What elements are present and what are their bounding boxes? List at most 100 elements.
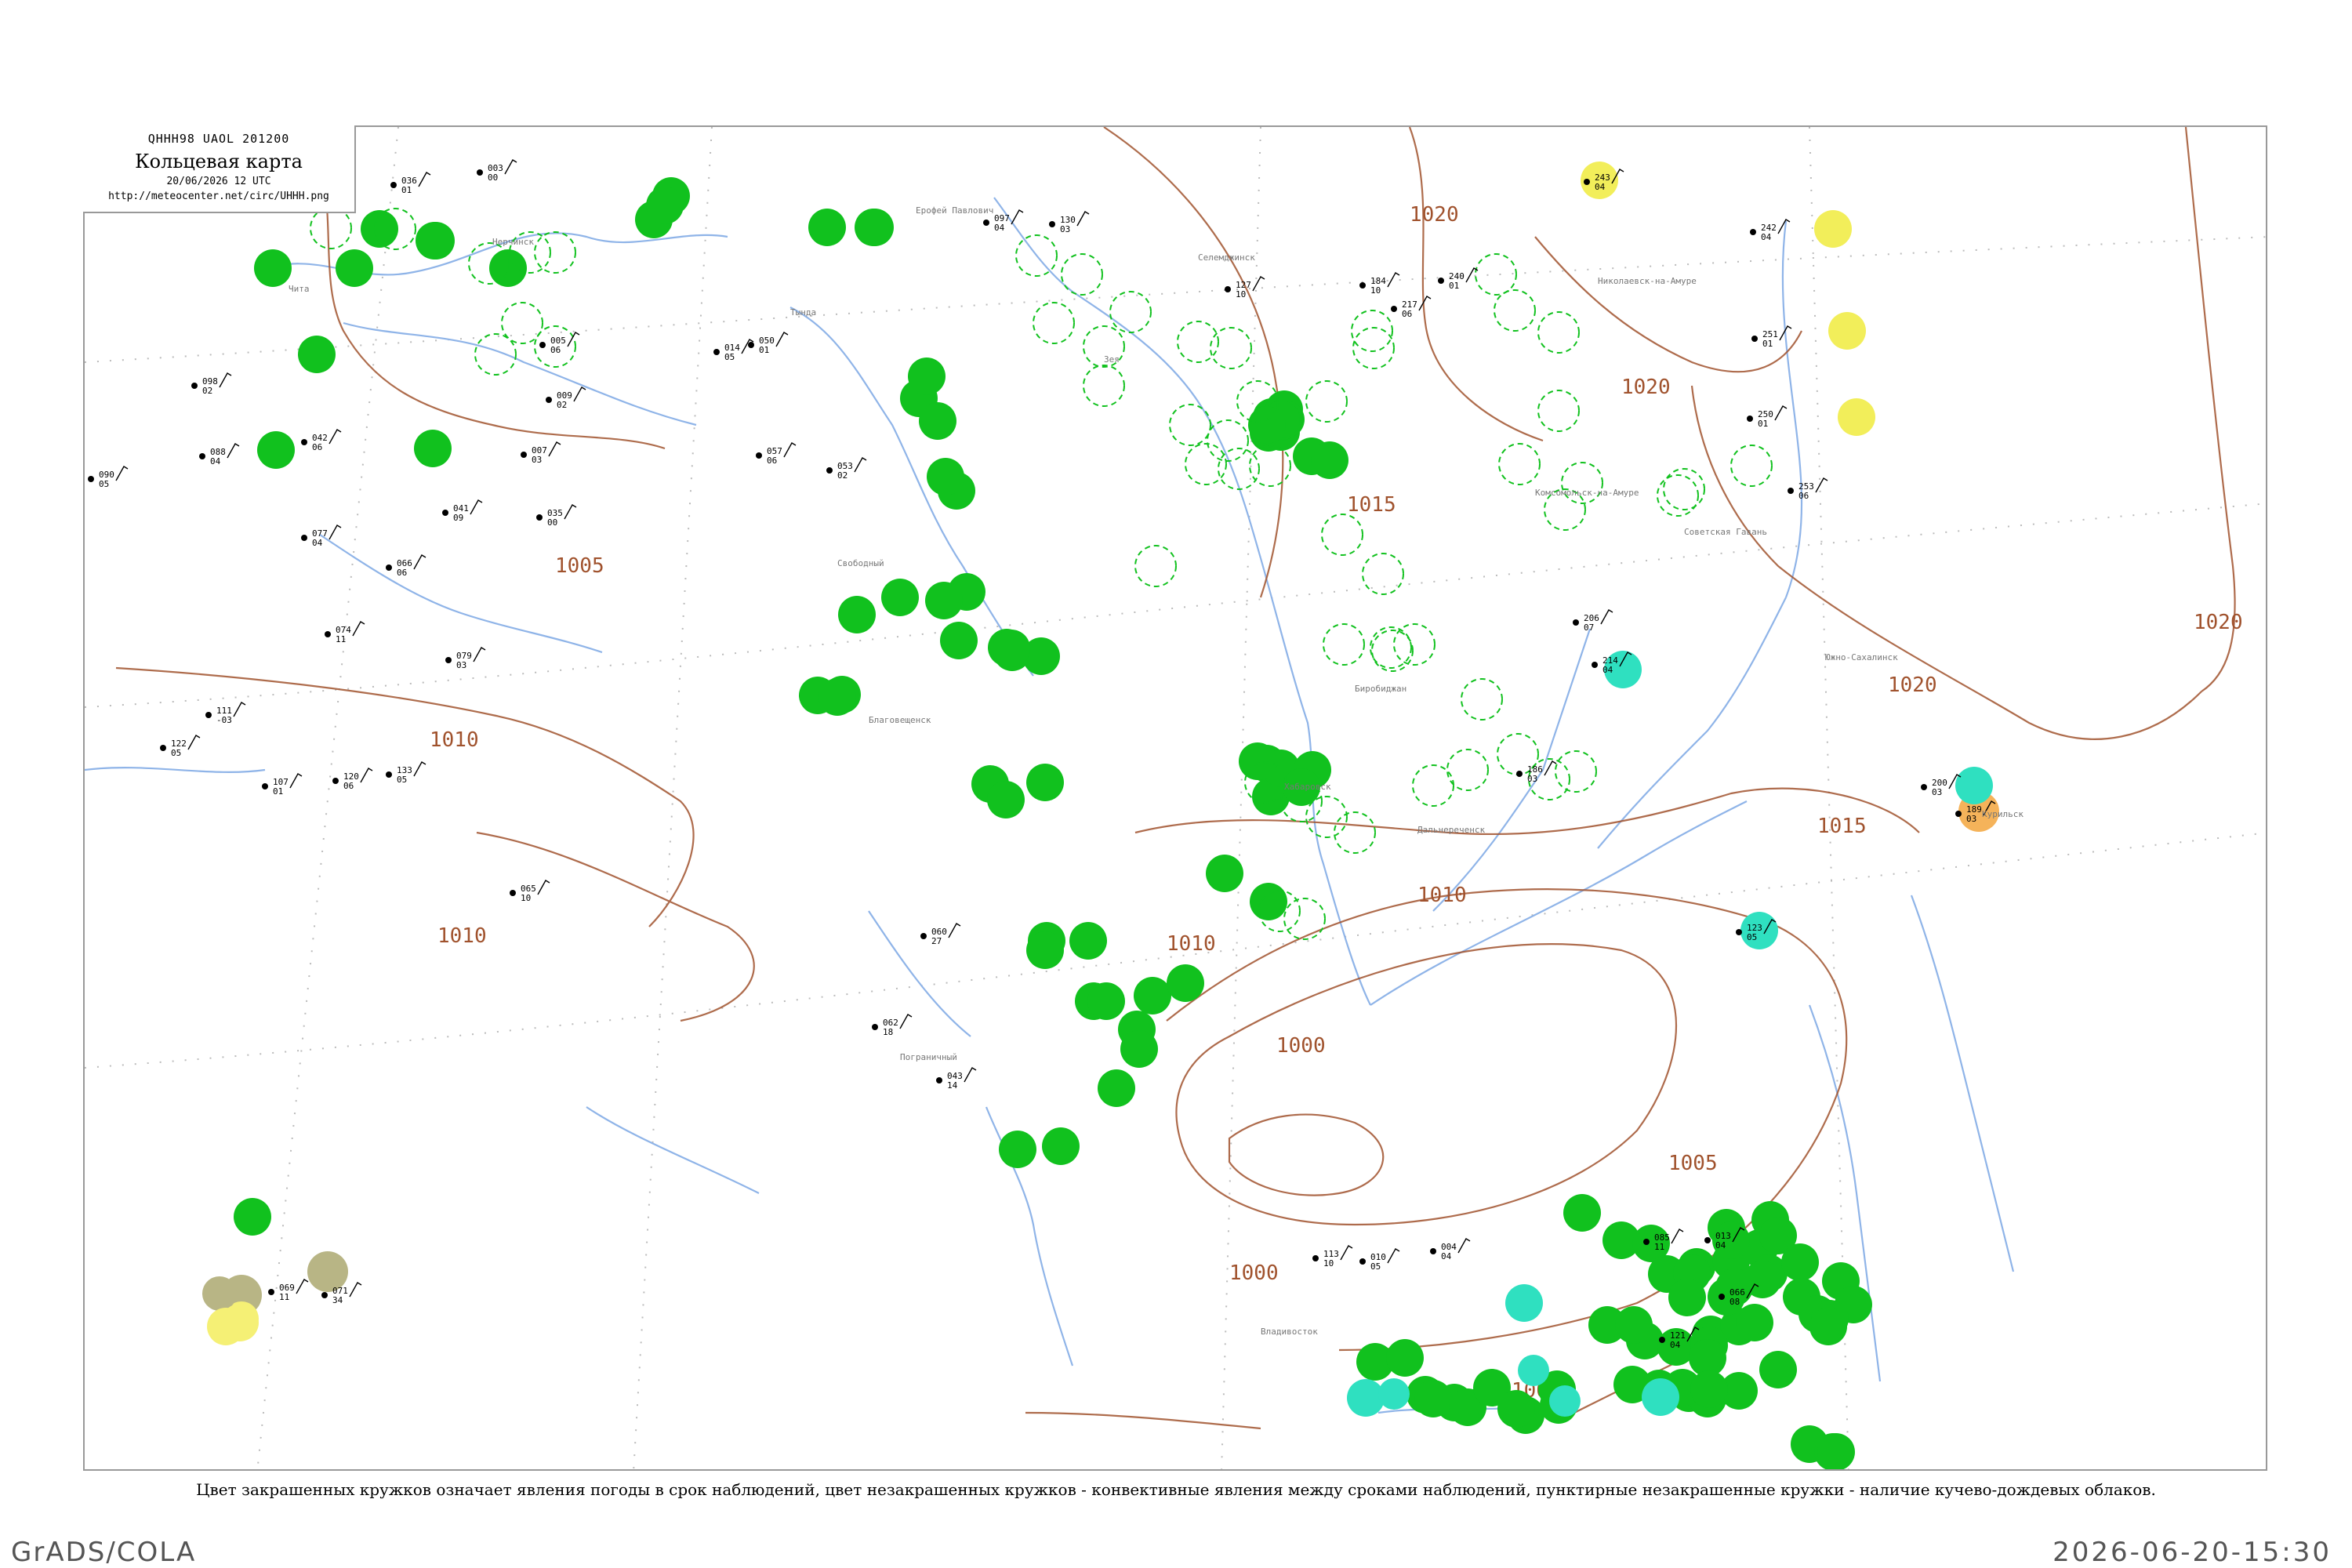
station-tendency: 04 <box>1715 1240 1726 1250</box>
wind-barb <box>418 172 431 187</box>
rain-weather-circle <box>1809 1308 1847 1345</box>
station-tendency: 03 <box>456 660 466 670</box>
station-dot <box>920 933 927 939</box>
wind-barb <box>1076 211 1090 227</box>
shower-weather-circle <box>1518 1355 1549 1386</box>
wind-barb <box>470 499 483 515</box>
station-dot <box>301 439 307 445</box>
wind-barb <box>775 332 789 347</box>
place-name: Тында <box>790 307 816 318</box>
rain-weather-circle <box>234 1198 271 1236</box>
haze_yellow-weather-circle <box>221 1304 259 1341</box>
rain-weather-circle <box>1069 922 1107 960</box>
cb-cloud-circle <box>1305 380 1348 423</box>
place-name: Нерчинск <box>492 237 534 247</box>
station-tendency: 04 <box>312 538 323 548</box>
cb-cloud-circle <box>1351 310 1393 352</box>
station-tendency: 08 <box>1730 1297 1740 1307</box>
station-tendency: 01 <box>1449 281 1459 291</box>
footer-timestamp: 2026-06-20-15:30 <box>2053 1537 2332 1568</box>
station-plot: 11310 <box>1312 1245 1353 1269</box>
station-plot: 06911 <box>268 1279 309 1302</box>
rain-weather-circle <box>1026 764 1064 801</box>
station-tendency: 10 <box>1236 289 1246 299</box>
station-dot <box>160 745 166 751</box>
station-tendency: 11 <box>336 634 346 644</box>
shower-weather-circle <box>1378 1378 1410 1410</box>
station-dot <box>88 476 94 482</box>
cb-cloud-circle <box>1663 468 1705 510</box>
station-tendency: 10 <box>521 893 531 903</box>
station-plot: 12710 <box>1225 276 1265 299</box>
wind-barb <box>289 773 303 789</box>
cb-cloud-circle <box>1061 253 1103 296</box>
cb-cloud-circle <box>1352 327 1395 369</box>
station-dot <box>1736 929 1742 935</box>
rain-weather-circle <box>1759 1351 1797 1388</box>
rain-weather-circle <box>1414 1380 1452 1417</box>
place-name: Свободный <box>837 558 884 568</box>
station-dot <box>268 1289 274 1295</box>
place-name: Хабаровск <box>1284 782 1331 792</box>
cb-cloud-circle <box>1730 445 1773 487</box>
station-tendency: 05 <box>397 775 407 785</box>
station-tendency: 05 <box>724 352 735 362</box>
map-date: 20/06/2026 12 UTC <box>166 176 271 187</box>
station-plot: 20003 <box>1921 774 1962 797</box>
wind-barb <box>296 1279 309 1294</box>
isobar-label: 1020 <box>1621 376 1671 399</box>
rain-weather-circle <box>1563 1194 1601 1232</box>
rain-weather-circle <box>646 187 684 224</box>
station-plot: 05302 <box>826 457 867 481</box>
station-plot: 12205 <box>160 735 201 758</box>
isobar-label: 1000 <box>1276 1034 1326 1058</box>
place-name: Благовещенск <box>869 715 931 725</box>
station-plot: 24001 <box>1438 267 1479 291</box>
wind-barb <box>564 504 577 520</box>
isobar-label: 1010 <box>1167 932 1216 956</box>
station-dot <box>1747 416 1753 422</box>
rain-weather-circle <box>919 402 956 440</box>
place-name: Комсомольск-на-Амуре <box>1535 488 1639 498</box>
wind-barb <box>328 429 342 445</box>
rain-weather-circle <box>298 336 336 373</box>
station-dot <box>191 383 198 389</box>
station-dot <box>748 342 754 348</box>
station-plot: 18603 <box>1516 760 1557 784</box>
rain-weather-circle <box>1817 1433 1855 1469</box>
station-plot: 09005 <box>88 466 129 489</box>
isobar-label: 1005 <box>1668 1152 1718 1175</box>
rain-weather-circle <box>489 249 527 287</box>
station-dot <box>301 535 307 541</box>
station-dot <box>390 182 397 188</box>
station-dot <box>386 564 392 571</box>
station-tendency: 01 <box>1758 419 1768 429</box>
rain-weather-circle <box>336 249 373 287</box>
station-dot <box>1751 336 1758 342</box>
station-dot <box>1359 1258 1366 1265</box>
station-plot: 20607 <box>1573 609 1613 633</box>
station-dot <box>1391 306 1397 312</box>
wind-barb <box>573 387 586 402</box>
station-tendency: 04 <box>1670 1340 1681 1350</box>
station-tendency: 04 <box>1761 232 1772 242</box>
rain-weather-circle <box>1206 855 1243 892</box>
station-dot <box>1719 1294 1725 1300</box>
cb-cloud-circle <box>1537 390 1580 432</box>
station-tendency: 05 <box>1370 1261 1381 1272</box>
station-tendency: 04 <box>1441 1251 1452 1261</box>
cb-cloud-circle <box>1109 291 1152 333</box>
station-plot: 18410 <box>1359 272 1400 296</box>
rain-weather-circle <box>818 678 856 716</box>
station-dot <box>1750 229 1756 235</box>
wind-barb <box>1387 1248 1400 1264</box>
rain-weather-circle <box>993 630 1030 667</box>
station-plot: 06218 <box>872 1014 913 1037</box>
bulletin-code: QHHH98 UAOL 201200 <box>147 132 290 146</box>
rain-weather-circle <box>1736 1304 1773 1341</box>
place-name: Курильск <box>1982 809 2024 819</box>
cb-cloud-circle <box>1334 811 1376 854</box>
isobars <box>115 127 2236 1430</box>
wind-barb <box>948 923 961 938</box>
wind-barb <box>1774 405 1788 421</box>
